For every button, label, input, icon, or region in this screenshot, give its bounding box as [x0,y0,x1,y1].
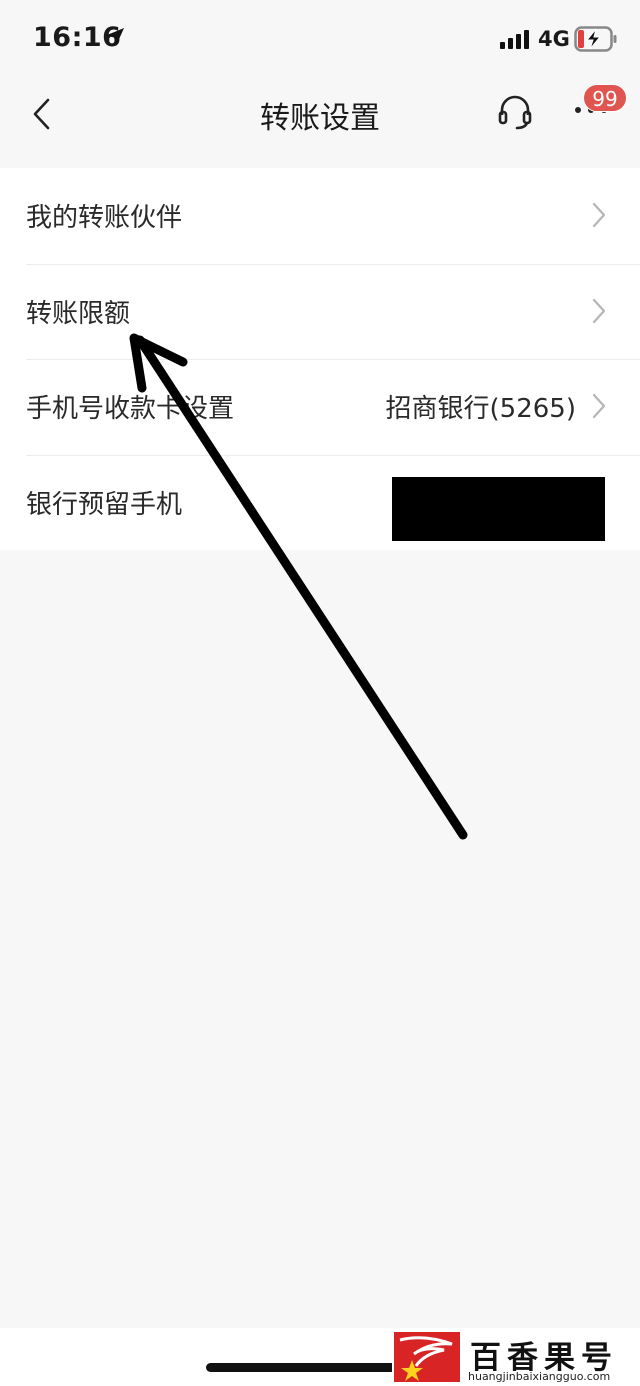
list-item-label: 我的转账伙伴 [26,203,183,234]
list-item-label: 转账限额 [26,298,131,329]
back-arrow-icon[interactable] [28,96,56,132]
list-item-transfer-partners[interactable]: 我的转账伙伴 [0,168,640,264]
watermark: 百香果号 huangjinbaixiangguo.com [392,1330,640,1386]
chevron-right-icon [592,202,606,228]
watermark-url: huangjinbaixiangguo.com [468,1370,611,1383]
list-item-value: 招商银行(5265) [385,394,576,425]
watermark-logo-icon [394,1332,460,1382]
chevron-right-icon [592,298,606,323]
chevron-right-icon [592,393,606,419]
list-item-label: 银行预留手机 [26,489,183,520]
page-title: 转账设置 [260,101,380,136]
list-item-transfer-limit[interactable]: 转账限额 [0,263,640,360]
headset-icon[interactable] [496,93,534,131]
settings-list: 我的转账伙伴 转账限额 手机号收款卡设置 招商银行(5265) 银行预留手机 [0,168,640,550]
list-item-phone-receiving-card[interactable]: 手机号收款卡设置 招商银行(5265) [0,359,640,455]
redacted-phone-block [392,476,605,541]
list-item-label: 手机号收款卡设置 [26,394,235,425]
status-bar: 16:16 4G [0,0,640,80]
battery-charging-icon [574,26,617,52]
location-arrow-icon [106,28,124,46]
nav-bar: 转账设置 [0,80,640,168]
notification-badge: 99 [583,84,627,112]
signal-icon [500,30,529,49]
network-type: 4G [538,27,570,51]
list-item-bank-reserved-phone: 银行预留手机 [0,454,640,551]
